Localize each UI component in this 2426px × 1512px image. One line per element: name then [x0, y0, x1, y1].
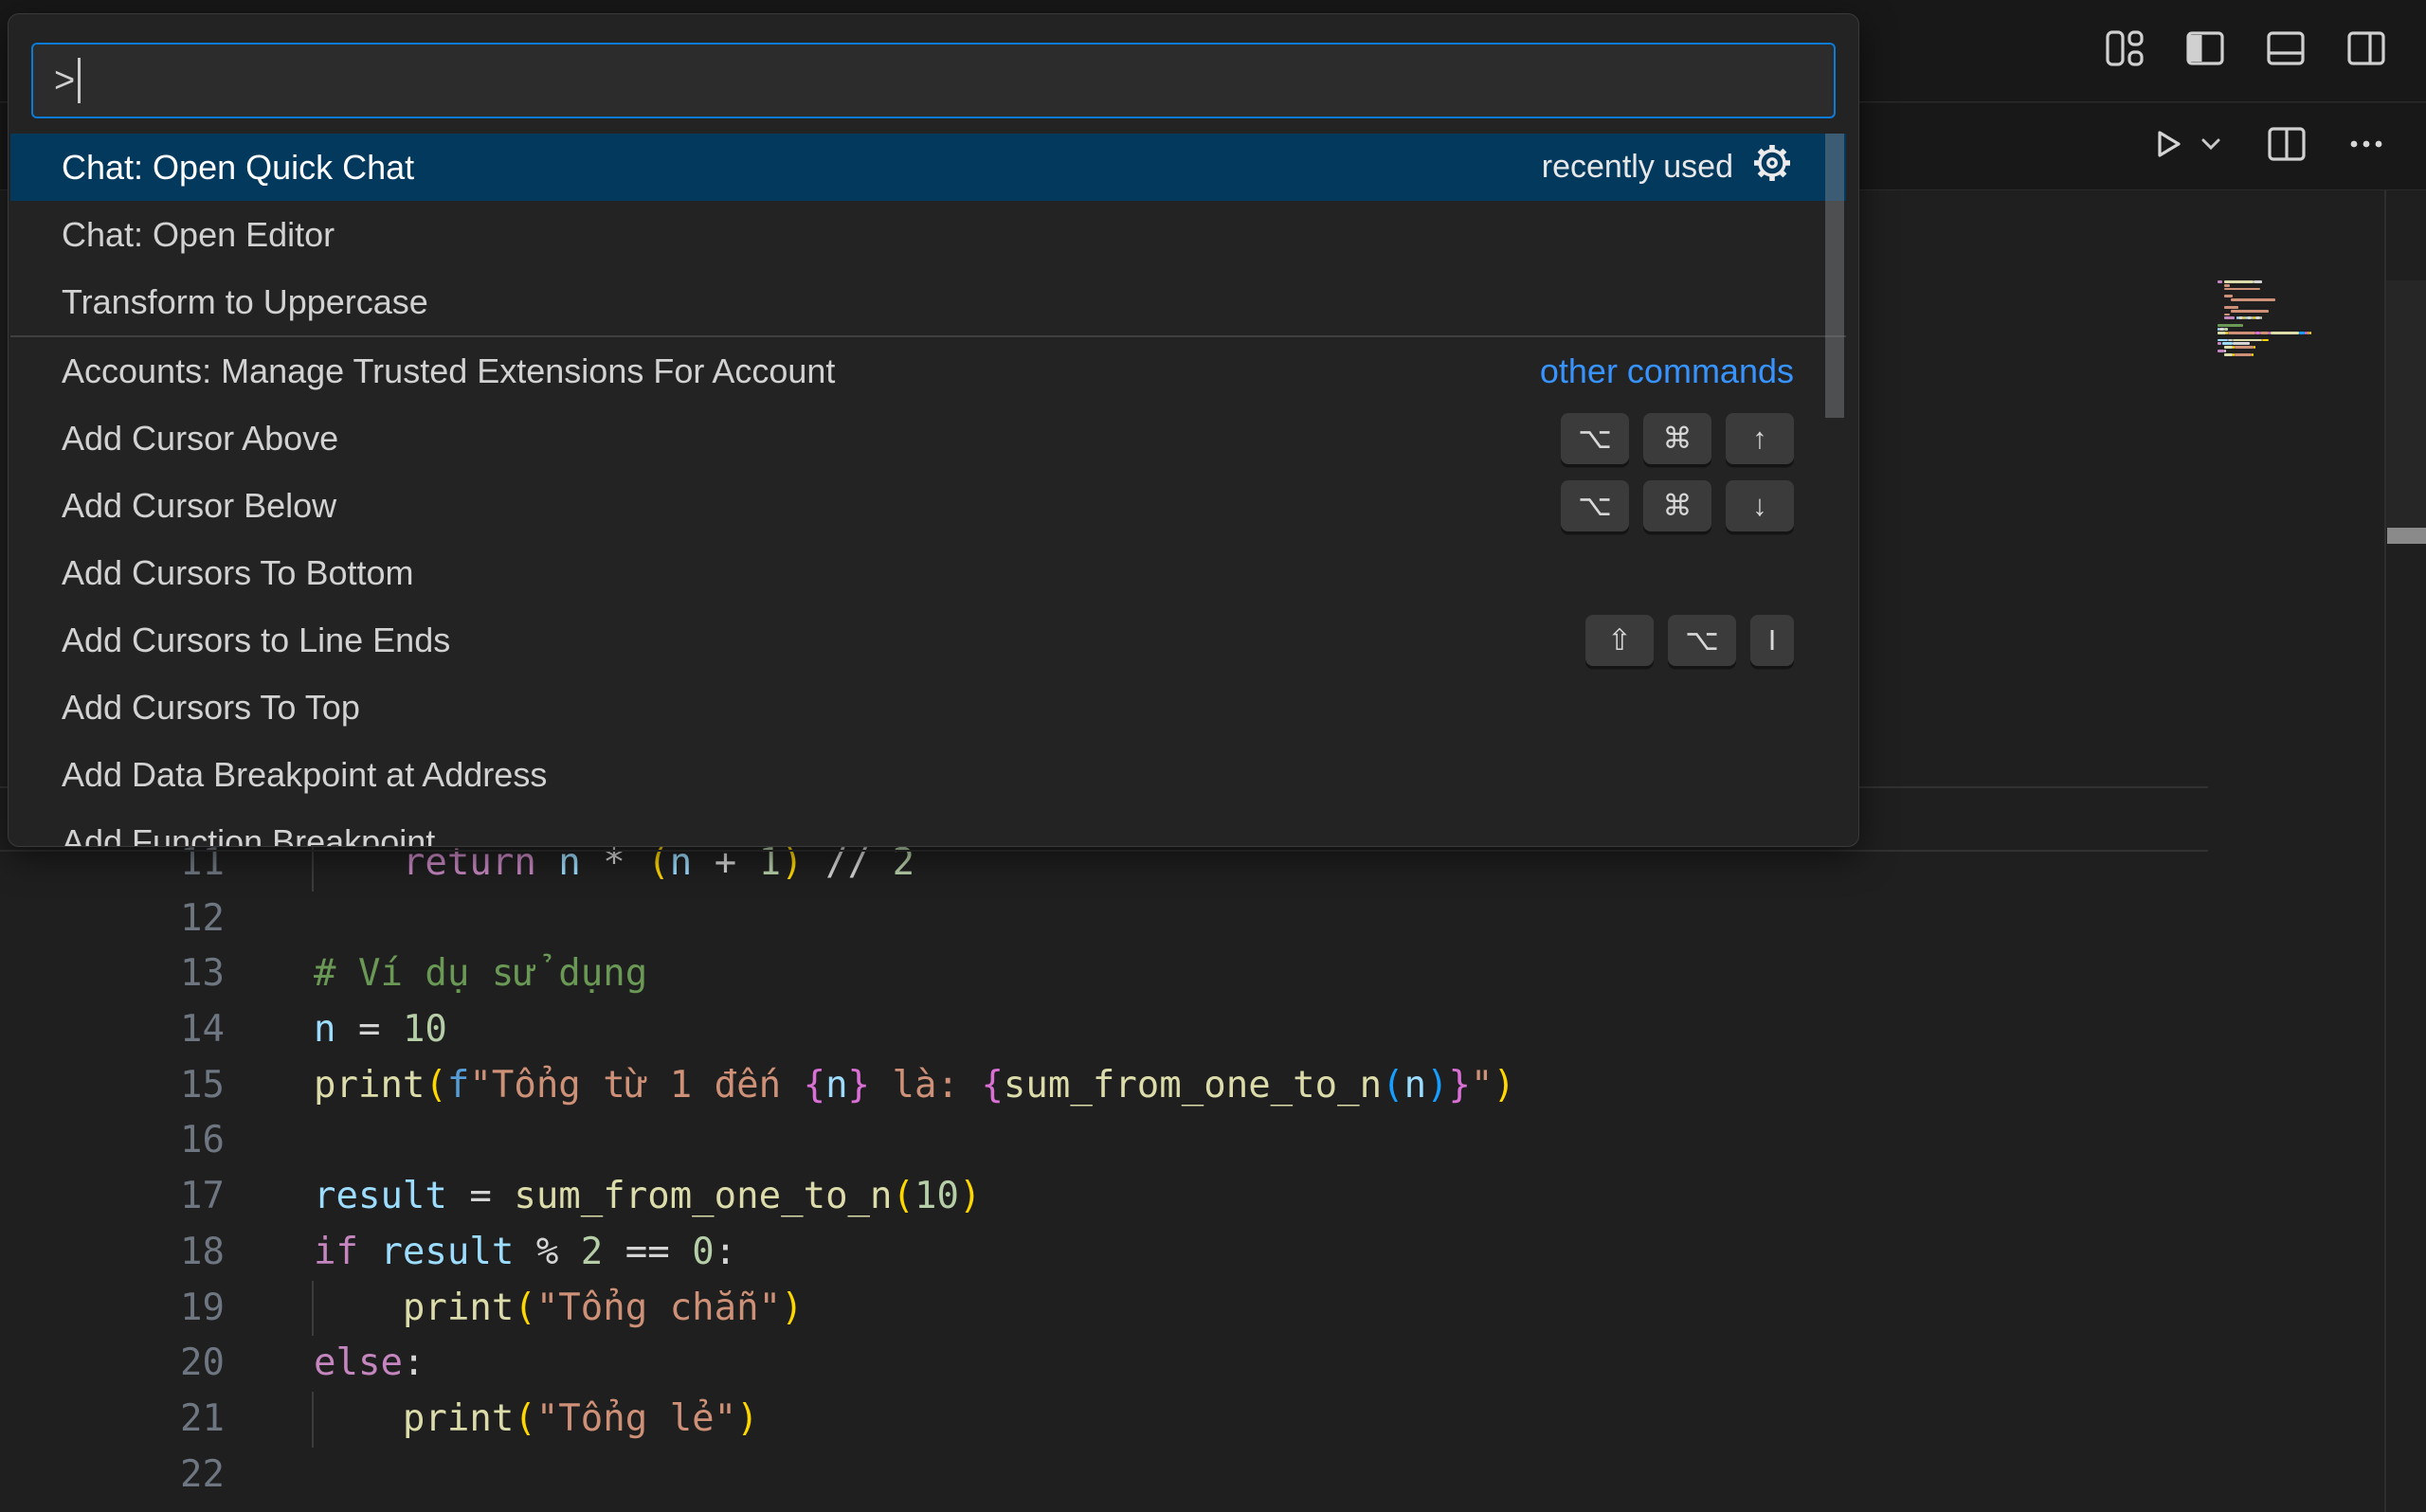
command-item[interactable]: Add Cursor Below ⌥ ⌘ ↓	[10, 472, 1846, 539]
command-item[interactable]: Chat: Open Quick Chat recently used	[10, 134, 1846, 201]
command-palette: > Chat: Open Quick Chatrecently usedChat…	[8, 13, 1859, 847]
command-item[interactable]: Chat: Open Editor	[10, 201, 1846, 268]
command-palette-input[interactable]: >	[31, 43, 1836, 118]
code-line[interactable]: 18if result % 2 == 0:	[0, 1225, 2208, 1281]
line-number: 15	[0, 1058, 225, 1114]
editor-group-border	[2384, 190, 2386, 1512]
recently-used-label: recently used	[1542, 149, 1733, 186]
run-button[interactable]	[2145, 122, 2189, 166]
command-label: Add Cursors to Line Ends	[62, 621, 450, 660]
line-number: 21	[0, 1392, 225, 1448]
code-line[interactable]: 12	[0, 891, 2208, 947]
code-line[interactable]: 15print(f"Tổng từ 1 đến {n} là: {sum_fro…	[0, 1058, 2208, 1114]
command-item[interactable]: Transform to Uppercase	[10, 268, 1846, 335]
code-line[interactable]: 16	[0, 1113, 2208, 1169]
line-text: result = sum_from_one_to_n(10)	[225, 1169, 981, 1225]
code-line[interactable]: 14n = 10	[0, 1002, 2208, 1058]
more-actions-button[interactable]	[2345, 122, 2388, 166]
line-number: 18	[0, 1225, 225, 1281]
keycap: ⌘	[1643, 413, 1711, 464]
toggle-primary-sidebar-icon[interactable]	[2183, 27, 2227, 70]
code-line[interactable]: 17result = sum_from_one_to_n(10)	[0, 1169, 2208, 1225]
code-line[interactable]: 21 print("Tổng lẻ")	[0, 1392, 2208, 1448]
command-item[interactable]: Add Data Breakpoint at Address	[10, 741, 1846, 808]
command-label: Add Cursor Above	[62, 419, 338, 459]
command-item-right: ⌥ ⌘ ↓	[1561, 480, 1794, 531]
line-text: if result % 2 == 0:	[225, 1225, 736, 1281]
line-text	[225, 1448, 314, 1503]
keycap: ⌥	[1561, 413, 1629, 464]
text-caret	[78, 58, 81, 103]
command-label: Chat: Open Editor	[62, 215, 335, 255]
line-text: n = 10	[225, 1002, 447, 1058]
line-text: # Ví dụ sử dụng	[225, 946, 647, 1002]
command-label: Add Function Breakpoint	[62, 822, 435, 848]
keycap: ↓	[1726, 480, 1794, 531]
command-list: Chat: Open Quick Chatrecently usedChat: …	[10, 134, 1846, 847]
keycap: ⇧	[1585, 615, 1654, 666]
line-text: print("Tổng chẵn")	[225, 1281, 804, 1337]
code-line[interactable]: 13# Ví dụ sử dụng	[0, 946, 2208, 1002]
keybinding: ⌥ ⌘ ↑	[1561, 413, 1794, 464]
minimap[interactable]	[2218, 280, 2350, 357]
keybinding: ⇧ ⌥ I	[1585, 615, 1794, 666]
command-item-right: recently used	[1542, 141, 1794, 193]
line-number: 22	[0, 1448, 225, 1503]
other-commands-link[interactable]: other commands	[1540, 351, 1794, 391]
code-line[interactable]: 20else:	[0, 1336, 2208, 1392]
command-label: Add Cursor Below	[62, 486, 336, 526]
keycap: ⌥	[1561, 480, 1629, 531]
toggle-panel-icon[interactable]	[2264, 27, 2308, 70]
keycap: ⌘	[1643, 480, 1711, 531]
editor-decoration-rule	[0, 850, 2208, 852]
toggle-secondary-sidebar-icon[interactable]	[2345, 27, 2388, 70]
keybinding: ⌥ ⌘ ↓	[1561, 480, 1794, 531]
command-item[interactable]: Add Cursor Above ⌥ ⌘ ↑	[10, 405, 1846, 472]
command-item-right: ⇧ ⌥ I	[1585, 615, 1794, 666]
customize-layout-icon[interactable]	[2103, 27, 2146, 70]
command-label: Add Cursors To Bottom	[62, 553, 414, 593]
line-text	[225, 1113, 314, 1169]
code-content[interactable]: 11 return n * (n + 1) // 21213# Ví dụ sử…	[0, 836, 2208, 1503]
code-line[interactable]: 22	[0, 1448, 2208, 1503]
line-text: print("Tổng lẻ")	[225, 1392, 759, 1448]
line-text	[225, 891, 314, 947]
command-label: Add Cursors To Top	[62, 688, 360, 728]
line-number: 13	[0, 946, 225, 1002]
command-label: Accounts: Manage Trusted Extensions For …	[62, 351, 835, 391]
line-number: 20	[0, 1336, 225, 1392]
command-item[interactable]: Add Cursors To Top	[10, 674, 1846, 741]
command-label: Transform to Uppercase	[62, 282, 428, 322]
run-dropdown-chevron-icon[interactable]	[2195, 122, 2227, 166]
palette-scrollbar-thumb[interactable]	[1825, 134, 1844, 418]
query-text: >	[54, 61, 75, 101]
keycap: ⌥	[1668, 615, 1736, 666]
command-item[interactable]: Add Function Breakpoint	[10, 808, 1846, 847]
command-label: Chat: Open Quick Chat	[62, 148, 414, 188]
line-number: 19	[0, 1281, 225, 1337]
line-number: 12	[0, 891, 225, 947]
keycap: I	[1750, 615, 1794, 666]
line-number: 14	[0, 1002, 225, 1058]
line-text: else:	[225, 1336, 425, 1392]
command-item-right: other commands	[1540, 351, 1794, 391]
line-text: print(f"Tổng từ 1 đến {n} là: {sum_from_…	[225, 1058, 1515, 1114]
command-item[interactable]: Accounts: Manage Trusted Extensions For …	[10, 337, 1846, 405]
keycap: ↑	[1726, 413, 1794, 464]
code-line[interactable]: 19 print("Tổng chẵn")	[0, 1281, 2208, 1337]
scrollbar-thumb[interactable]	[2387, 528, 2426, 544]
split-editor-button[interactable]	[2265, 122, 2308, 166]
configure-keybinding-gear-icon[interactable]	[1750, 141, 1794, 193]
secondary-scroll-track	[2385, 280, 2426, 528]
command-item[interactable]: Add Cursors to Line Ends ⇧ ⌥ I	[10, 606, 1846, 674]
line-number: 17	[0, 1169, 225, 1225]
layout-controls	[2103, 27, 2388, 70]
editor-actions-toolbar	[2145, 122, 2388, 166]
line-number: 16	[0, 1113, 225, 1169]
command-item[interactable]: Add Cursors To Bottom	[10, 539, 1846, 606]
command-item-right: ⌥ ⌘ ↑	[1561, 413, 1794, 464]
command-label: Add Data Breakpoint at Address	[62, 755, 547, 795]
